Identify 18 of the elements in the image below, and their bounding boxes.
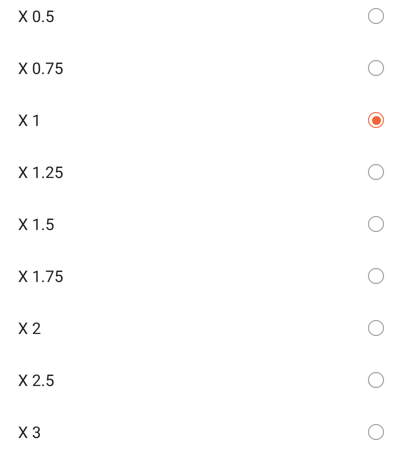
radio-button[interactable] [368,164,384,180]
option-label: X 2 [18,318,41,338]
option-label: X 1.75 [18,266,64,286]
radio-button[interactable] [368,372,384,388]
option-label: X 1.5 [18,214,54,234]
radio-button[interactable] [368,60,384,76]
radio-button[interactable] [368,320,384,336]
radio-button[interactable] [368,268,384,284]
radio-button[interactable] [368,112,384,128]
option-label: X 0.75 [18,58,64,78]
radio-button[interactable] [368,216,384,232]
option-label: X 0.5 [18,6,54,26]
option-label: X 2.5 [18,370,54,390]
radio-button[interactable] [368,8,384,24]
option-label: X 1.25 [18,162,64,182]
radio-button[interactable] [368,424,384,440]
option-label: X 1 [18,110,41,130]
option-label: X 3 [18,422,41,442]
